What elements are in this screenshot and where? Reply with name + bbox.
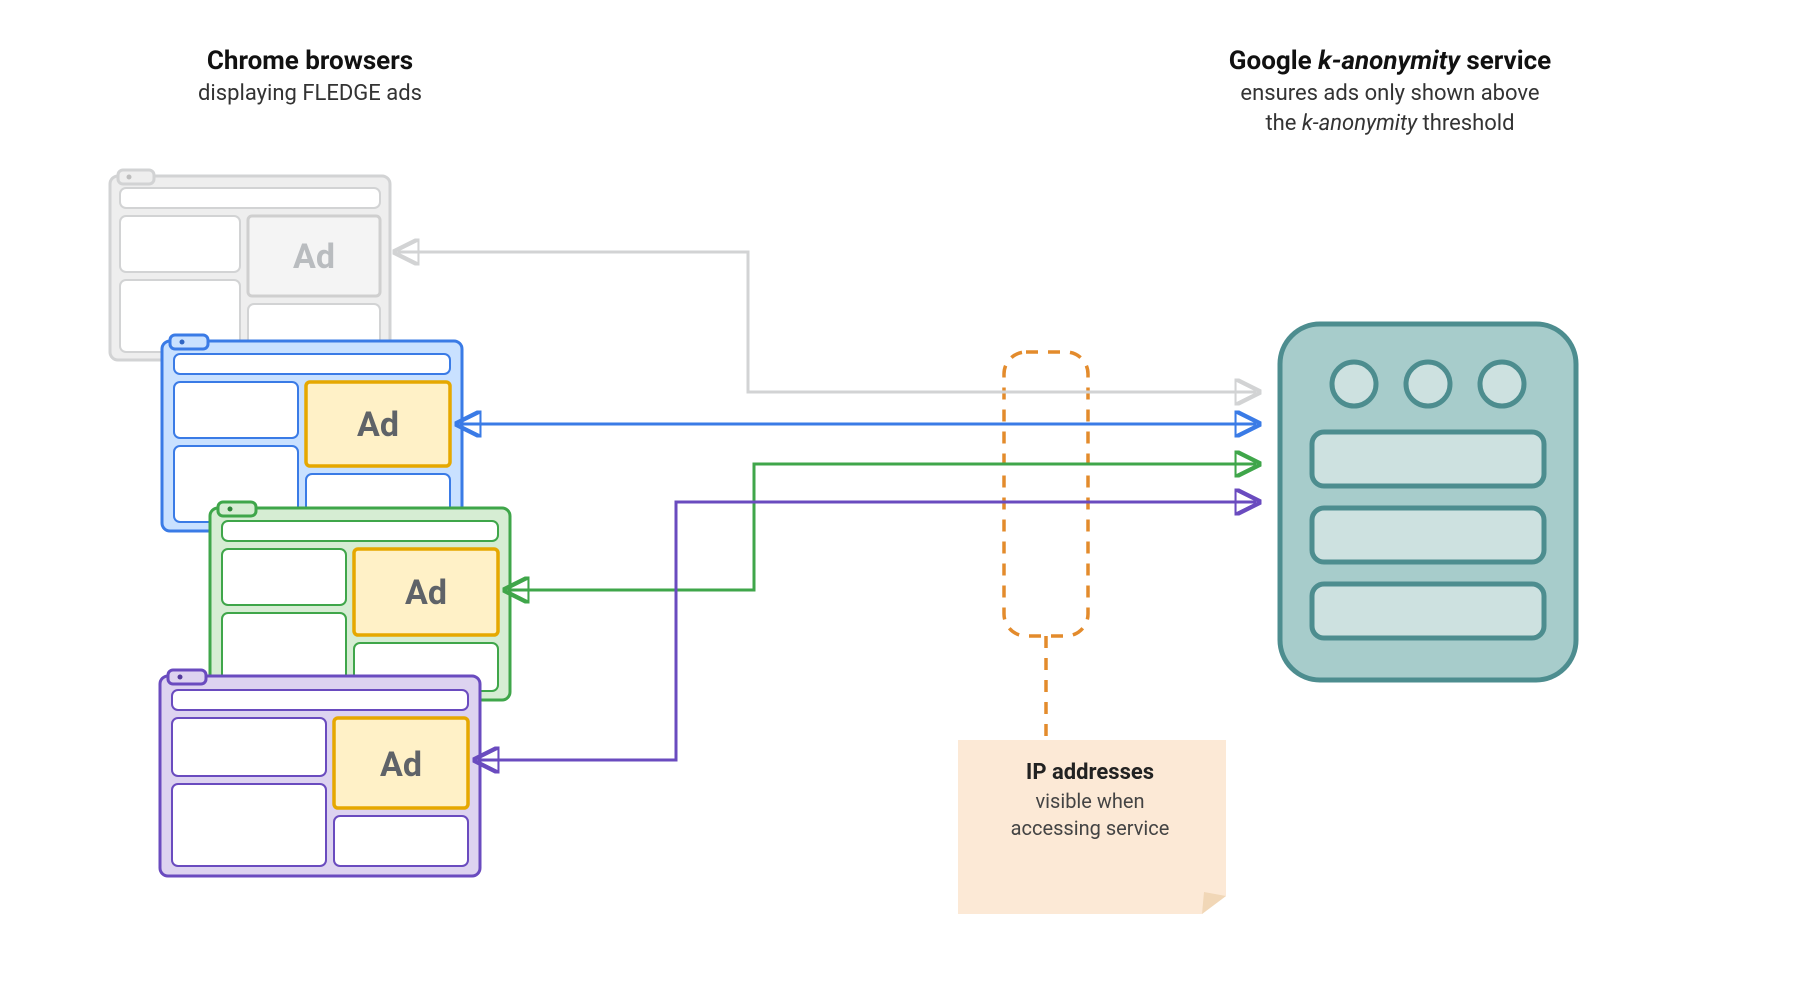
ip-dashed-boundary bbox=[1004, 352, 1088, 740]
ad-label-gray: Ad bbox=[293, 237, 335, 277]
ad-label-purple: Ad bbox=[380, 745, 422, 785]
ad-label-green: Ad bbox=[405, 573, 447, 613]
k-anonymity-server bbox=[1280, 324, 1576, 680]
browser-green: Ad bbox=[210, 502, 510, 700]
ip-addresses-note-text: IP addresses visible when accessing serv… bbox=[960, 758, 1220, 842]
arrow-gray bbox=[398, 252, 1256, 392]
arrow-green bbox=[508, 464, 1256, 590]
ip-note-line1: visible when bbox=[1035, 789, 1144, 813]
arrow-purple bbox=[478, 502, 1256, 760]
browser-blue: Ad bbox=[162, 335, 462, 531]
ip-note-bold: IP addresses bbox=[1026, 760, 1154, 785]
diagram-canvas: Ad Ad Ad bbox=[0, 0, 1798, 1000]
browser-purple: Ad bbox=[160, 670, 480, 876]
ad-label-blue: Ad bbox=[357, 405, 399, 445]
ip-note-line2: accessing service bbox=[1011, 816, 1170, 840]
browser-gray: Ad bbox=[110, 170, 390, 360]
